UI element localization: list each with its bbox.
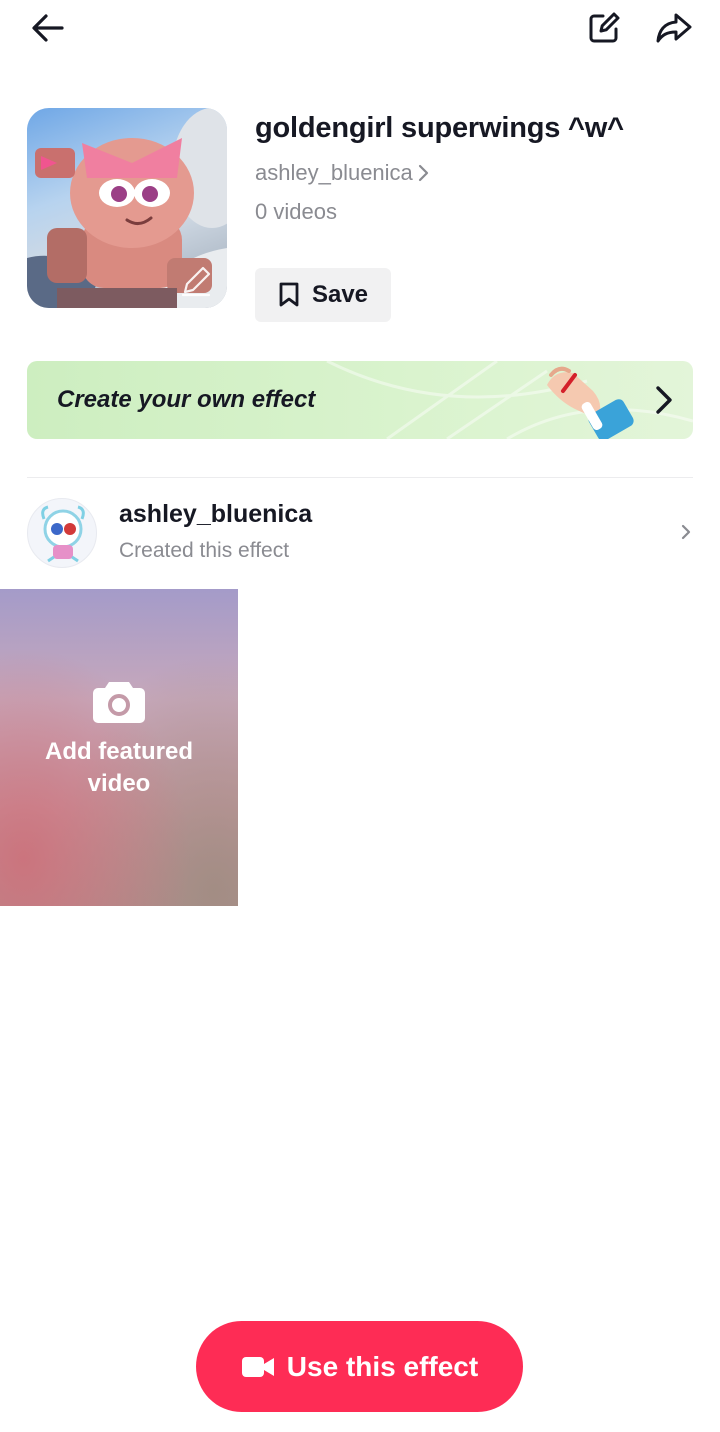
share-arrow-icon xyxy=(656,13,692,43)
create-effect-banner[interactable]: Create your own effect xyxy=(27,361,693,439)
save-button-label: Save xyxy=(311,281,369,308)
arrow-left-icon xyxy=(32,14,64,42)
avatar-character-image xyxy=(41,505,85,563)
add-featured-video-tile[interactable]: Add featured video xyxy=(0,589,238,906)
add-featured-video-label: Add featured video xyxy=(44,737,193,797)
creator-subtitle: Created this effect xyxy=(119,539,290,562)
creator-link[interactable]: ashley_bluenica xyxy=(255,160,429,186)
avatar xyxy=(27,498,97,568)
effect-page: goldengirl superwings ^w^ ashley_bluenic… xyxy=(0,0,720,1432)
edit-square-icon xyxy=(589,12,620,43)
chevron-right-icon xyxy=(656,386,672,414)
share-button[interactable] xyxy=(652,6,696,50)
use-this-effect-label: Use this effect xyxy=(286,1350,479,1382)
banner-text: Create your own effect xyxy=(57,386,316,413)
video-count: 0 videos xyxy=(255,199,337,224)
creator-name: ashley_bluenica xyxy=(119,500,313,528)
save-button[interactable]: Save xyxy=(255,268,391,322)
divider xyxy=(27,477,693,478)
camera-icon xyxy=(93,681,145,723)
hand-icon xyxy=(547,366,634,439)
bookmark-icon xyxy=(279,282,299,307)
creator-row[interactable]: ashley_bluenica Created this effect xyxy=(27,498,693,570)
effect-title: goldengirl superwings ^w^ xyxy=(255,112,624,144)
pencil-icon xyxy=(181,266,211,297)
video-camera-icon xyxy=(241,1356,274,1377)
effect-thumbnail[interactable] xyxy=(27,108,227,308)
edit-button[interactable] xyxy=(582,6,626,50)
creator-link-label: ashley_bluenica xyxy=(255,160,413,185)
chevron-right-icon xyxy=(681,524,691,540)
use-this-effect-button[interactable]: Use this effect xyxy=(196,1321,523,1412)
chevron-right-icon xyxy=(418,164,428,182)
back-button[interactable] xyxy=(26,6,70,50)
